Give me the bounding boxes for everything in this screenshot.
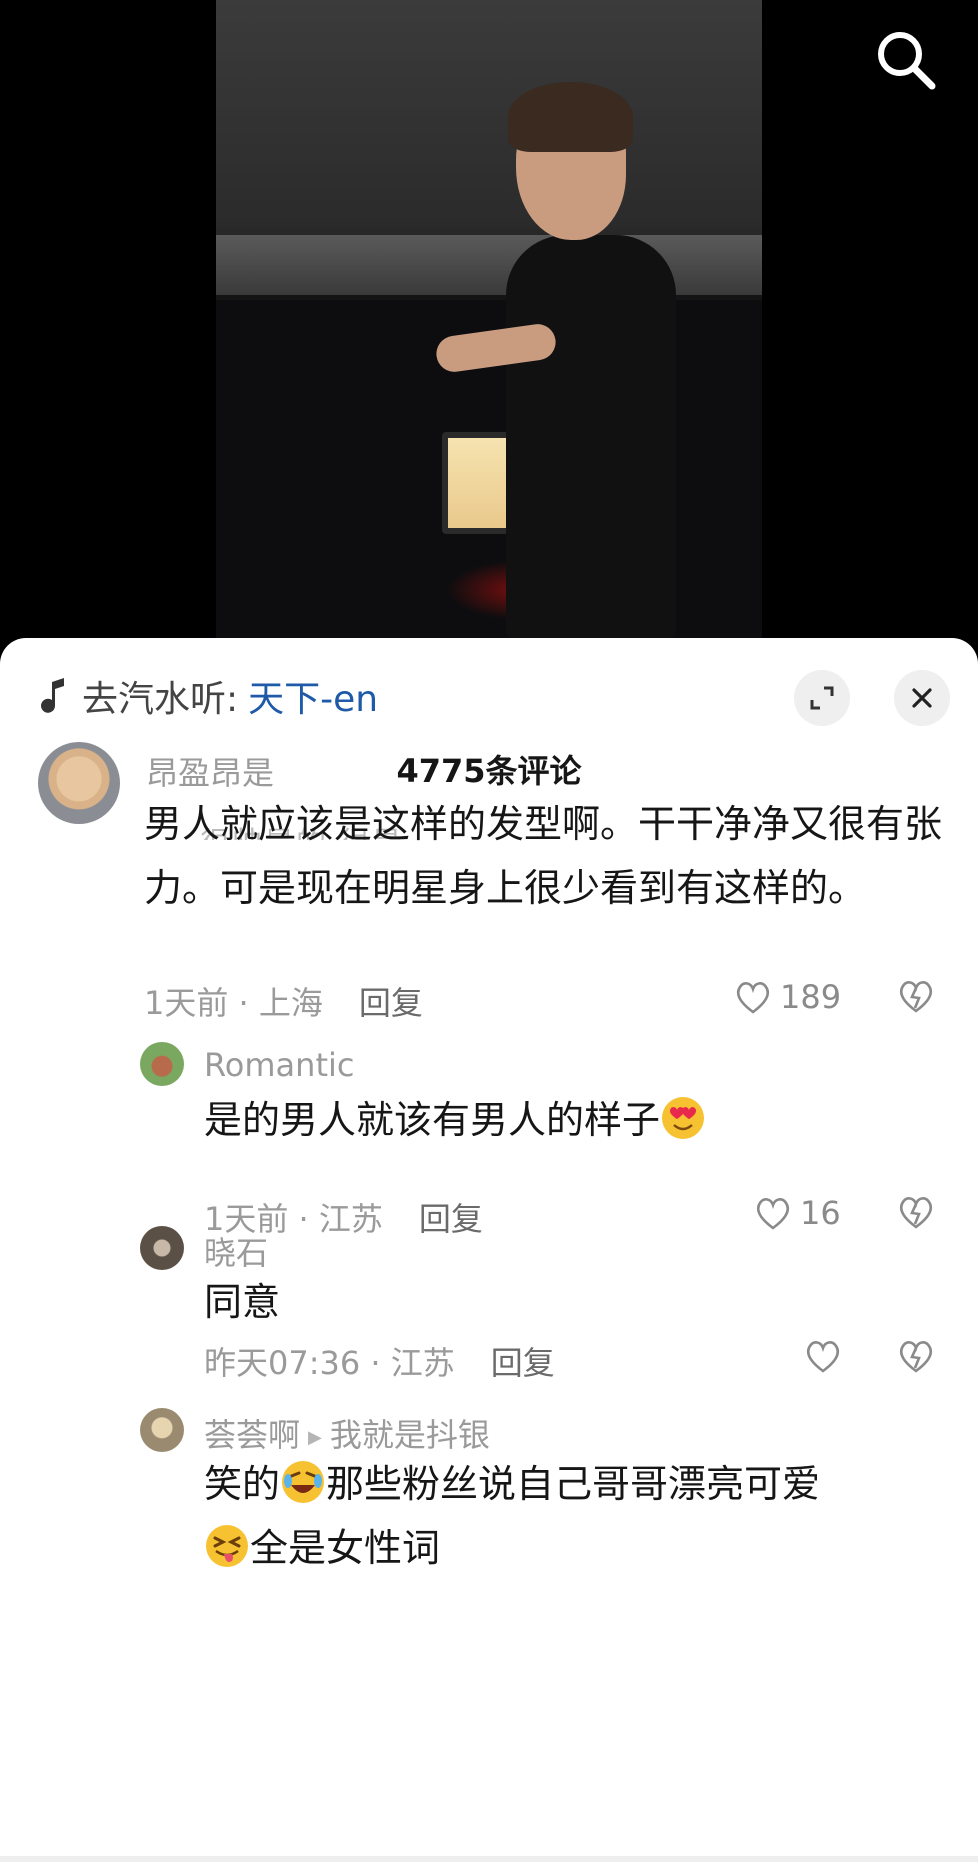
dislike-icon[interactable] — [897, 978, 935, 1014]
like-button[interactable] — [804, 1338, 850, 1374]
performer-hair — [508, 82, 633, 152]
music-note-icon — [41, 678, 64, 713]
close-icon — [912, 688, 932, 708]
heart-eyes-emoji-icon — [662, 1097, 705, 1139]
like-button[interactable]: 189 — [734, 978, 841, 1016]
comment-time-location: 1天前 · 上海 — [144, 984, 323, 1022]
video-frame[interactable] — [216, 0, 762, 640]
heart-icon — [756, 1198, 790, 1230]
reply-author[interactable]: 荟荟啊 — [204, 1416, 300, 1454]
comment-username[interactable]: Romantic — [204, 1046, 354, 1084]
bottom-edge — [0, 1856, 978, 1862]
comment-meta: 1天前 · 上海 回复 — [144, 978, 423, 1024]
reply-button[interactable]: 回复 — [359, 978, 423, 1024]
stage-screen — [216, 235, 762, 295]
music-link-row[interactable]: 去汽水听: 天下-en — [40, 668, 378, 724]
avatar[interactable] — [38, 742, 120, 824]
rolling-laughing-emoji-icon — [282, 1461, 325, 1503]
dislike-icon[interactable] — [897, 1194, 935, 1230]
like-count: 16 — [800, 1194, 841, 1232]
comment-text: 同意 — [204, 1280, 281, 1324]
close-button[interactable] — [894, 670, 950, 726]
search-button[interactable] — [872, 26, 940, 94]
comment-username[interactable]: 昂盈昂是 — [146, 748, 274, 794]
heart-icon — [736, 982, 770, 1014]
comments-sheet: 去汽水听: 天下-en 4775条评论 很帅是的 很是 昂盈昂是 男人就应该是这… — [0, 638, 978, 1862]
comment-text: 男人就应该是这样的发型啊。干干净净又很有张力。可是现在明星身上很少看到有这样的。 — [144, 802, 943, 910]
comment-username[interactable]: 荟荟啊 ▶ 我就是抖银 — [204, 1410, 490, 1456]
comment-meta: 昨天07:36 · 江苏 回复 — [204, 1338, 555, 1384]
search-icon — [878, 32, 936, 90]
reply-target[interactable]: 我就是抖银 — [330, 1416, 490, 1454]
reply-arrow-icon: ▶ — [308, 1426, 322, 1448]
expand-button[interactable] — [794, 670, 850, 726]
music-prefix: 去汽水听: — [82, 679, 239, 720]
comment-text-part: 全是女性词 — [250, 1526, 441, 1570]
like-button[interactable]: 16 — [754, 1194, 841, 1232]
comment-text-content: 是的男人就该有男人的样子 — [204, 1098, 661, 1142]
like-count: 189 — [780, 978, 842, 1016]
video-player[interactable] — [0, 0, 978, 650]
music-song-link[interactable]: 天下-en — [248, 670, 378, 722]
performer-body — [506, 235, 676, 640]
expand-icon — [810, 686, 834, 710]
comment-text: 是的男人就该有男人的样子 — [204, 1088, 944, 1152]
comment-username[interactable]: 晓石 — [204, 1228, 268, 1274]
reply-button[interactable]: 回复 — [419, 1194, 483, 1240]
comment-text-part: 那些粉丝说自己哥哥漂亮可爱 — [326, 1462, 821, 1506]
avatar[interactable] — [140, 1408, 184, 1452]
heart-icon — [806, 1341, 840, 1373]
comment-text: 笑的 那些粉丝说自己哥哥漂亮可爱 全是女性词 — [204, 1452, 954, 1580]
comment-time-location: 昨天07:36 · 江苏 — [204, 1344, 455, 1382]
comment-text-part: 笑的 — [204, 1462, 281, 1506]
dislike-icon[interactable] — [897, 1338, 935, 1374]
reply-button[interactable]: 回复 — [491, 1338, 555, 1384]
avatar[interactable] — [140, 1226, 184, 1270]
squinting-tongue-emoji-icon — [206, 1525, 248, 1567]
avatar[interactable] — [140, 1042, 184, 1086]
